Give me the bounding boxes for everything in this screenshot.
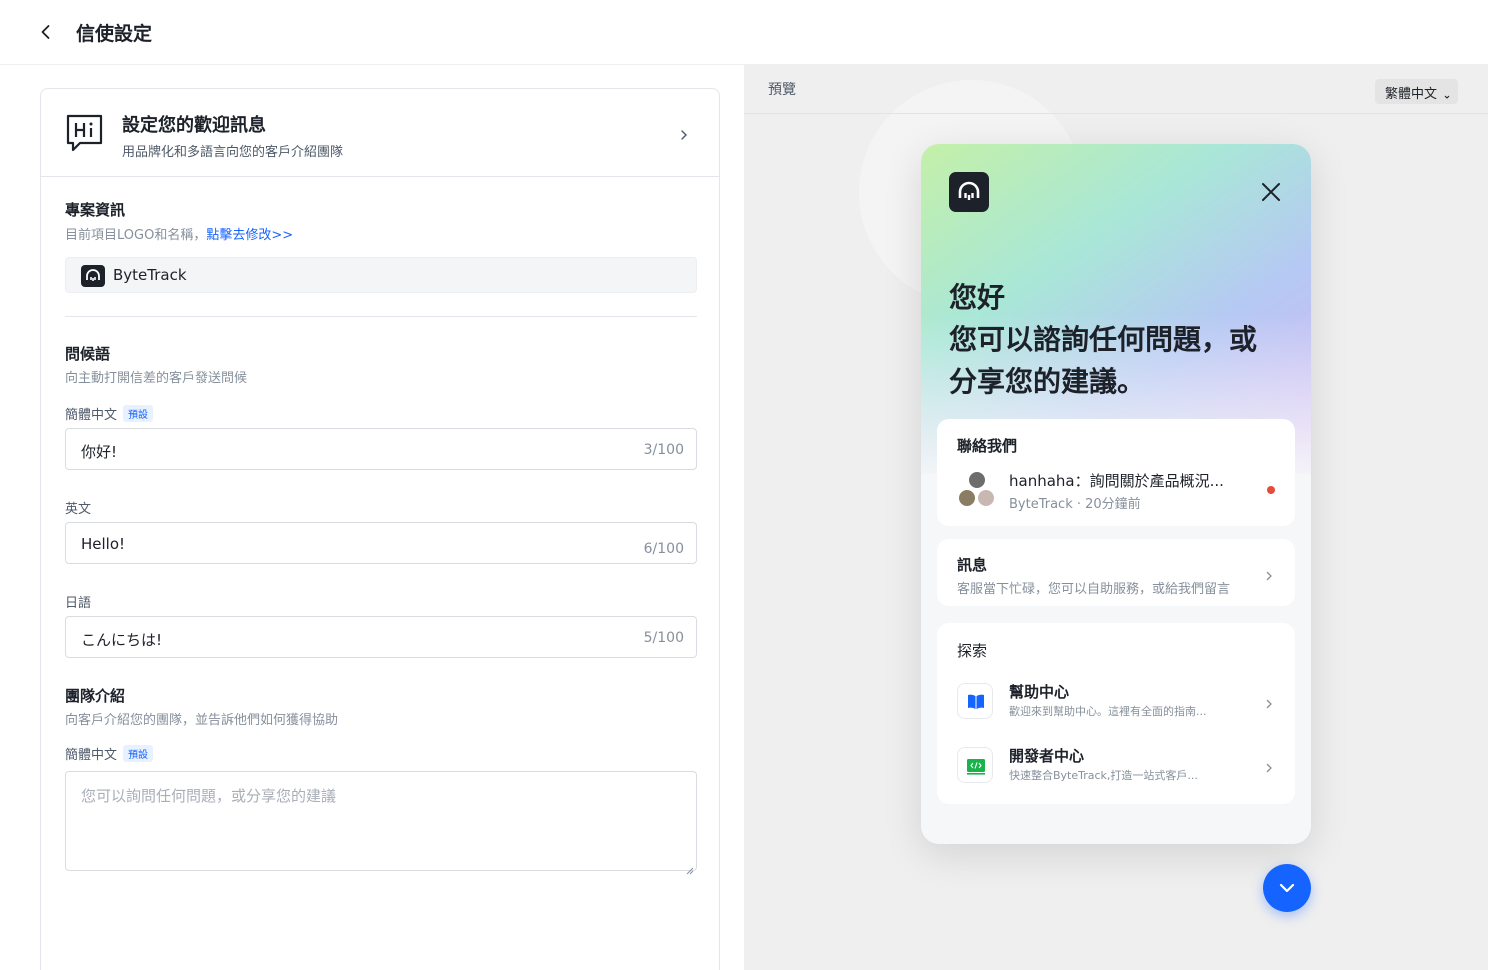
field-label-text: 簡體中文: [65, 748, 118, 763]
code-icon: [957, 747, 993, 783]
field-label-english: 英文: [65, 502, 92, 517]
greeting-input-english[interactable]: Hello! 6/100: [65, 522, 697, 564]
team-intro-subtitle: 向客戶介紹您的團隊，並告訴他們如何獲得協助: [65, 713, 339, 728]
help-center-subtitle: 歡迎來到幫助中心。這裡有全面的指南...: [1009, 705, 1207, 718]
developer-center-item[interactable]: 開發者中心 快速整合ByteTrack,打造一站式客戶...: [957, 745, 1277, 785]
hi-chat-icon: [66, 113, 104, 153]
avatar-group: [957, 470, 997, 510]
unread-indicator: [1267, 486, 1275, 494]
team-intro-textarea[interactable]: 您可以詢問任何問題，或分享您的建議: [65, 771, 697, 875]
contact-last-message: hanhaha：詢問關於產品概況...: [1009, 472, 1224, 490]
greeting-line: 分享您的建議。: [949, 365, 1146, 398]
avatar: [957, 488, 977, 508]
message-card[interactable]: 訊息 客服當下忙碌，您可以自助服務，或給我們留言: [937, 539, 1295, 606]
message-subtitle: 客服當下忙碌，您可以自助服務，或給我們留言: [957, 582, 1231, 597]
back-icon[interactable]: [34, 20, 58, 44]
bytetrack-logo-icon: [81, 265, 105, 287]
greeting-input-simplified-chinese[interactable]: 你好! 3/100: [65, 428, 697, 470]
field-label-simplified-chinese: 簡體中文 預設: [65, 404, 154, 423]
greeting-title: 問候語: [65, 345, 111, 363]
language-select[interactable]: 繁體中文: [1375, 79, 1458, 104]
field-label-japanese: 日語: [65, 596, 92, 611]
welcome-title: 設定您的歡迎訊息: [122, 115, 266, 136]
char-count: 3/100: [643, 442, 684, 458]
developer-center-title: 開發者中心: [1009, 747, 1085, 765]
explore-card: 探索 幫助中心 歡迎來到幫助中心。這裡有全面的指南... 開發者中心 快速整合B…: [937, 623, 1295, 804]
resize-handle-icon[interactable]: [686, 860, 694, 875]
top-bar: 信使設定: [0, 0, 1488, 65]
default-tag: 預設: [123, 745, 154, 762]
field-label-text: 簡體中文: [65, 408, 118, 423]
widget-greeting: 您好 您可以諮詢任何問題，或 分享您的建議。: [949, 277, 1299, 403]
project-info-title: 專案資訊: [65, 201, 126, 219]
divider: [65, 316, 697, 317]
input-value: こんにちは!: [81, 631, 163, 649]
input-value: Hello!: [81, 535, 126, 553]
page-title: 信使設定: [76, 23, 153, 45]
explore-title: 探索: [957, 642, 988, 660]
book-icon: [957, 683, 993, 719]
chevron-right-icon: [1263, 695, 1275, 709]
contact-title: 聯絡我們: [957, 437, 1018, 455]
field-label-team-simplified-chinese: 簡體中文 預設: [65, 744, 154, 763]
contact-us-card[interactable]: 聯絡我們 hanhaha：詢問關於產品概況... ByteTrack · 20分…: [937, 419, 1295, 526]
textarea-placeholder: 您可以詢問任何問題，或分享您的建議: [81, 787, 337, 805]
project-info-text: 目前項目LOGO和名稱，: [65, 228, 207, 243]
project-name: ByteTrack: [113, 266, 187, 284]
message-title: 訊息: [957, 556, 988, 574]
help-center-item[interactable]: 幫助中心 歡迎來到幫助中心。這裡有全面的指南...: [957, 681, 1277, 721]
close-icon[interactable]: [1259, 180, 1283, 204]
greeting-line: 您好: [949, 281, 1006, 314]
chevron-right-icon: [1263, 567, 1275, 581]
collapse-widget-button[interactable]: [1263, 864, 1311, 912]
project-display: ByteTrack: [65, 257, 697, 293]
avatar: [976, 488, 996, 508]
chevron-right-icon: [677, 127, 691, 141]
chevron-right-icon: [1263, 759, 1275, 773]
preview-panel: 預覽 繁體中文 您好 您可以諮詢任何問題，或 分享您的建議。 聯絡我們 hanh…: [744, 65, 1488, 970]
developer-center-subtitle: 快速整合ByteTrack,打造一站式客戶...: [1009, 769, 1198, 782]
preview-label: 預覽: [768, 82, 796, 98]
avatar: [967, 470, 987, 490]
chevron-down-icon: [1279, 883, 1295, 893]
edit-project-link[interactable]: 點擊去修改>>: [206, 228, 293, 243]
default-tag: 預設: [123, 405, 154, 422]
messenger-widget: 您好 您可以諮詢任何問題，或 分享您的建議。 聯絡我們 hanhaha：詢問關於…: [921, 144, 1311, 844]
settings-card: 設定您的歡迎訊息 用品牌化和多語言向您的客戶介紹團隊 專案資訊 目前項目LOGO…: [40, 88, 720, 970]
contact-meta: ByteTrack · 20分鐘前: [1009, 497, 1141, 512]
language-value: 繁體中文: [1385, 87, 1438, 102]
preview-header: 預覽 繁體中文: [744, 65, 1488, 114]
greeting-line: 您可以諮詢任何問題，或: [949, 323, 1258, 356]
welcome-subtitle: 用品牌化和多語言向您的客戶介紹團隊: [122, 145, 344, 160]
chevron-down-icon: [1443, 86, 1451, 99]
project-info-subtitle: 目前項目LOGO和名稱，點擊去修改>>: [65, 224, 293, 243]
welcome-message-row[interactable]: 設定您的歡迎訊息 用品牌化和多語言向您的客戶介紹團隊: [41, 89, 719, 177]
bytetrack-logo-icon: [949, 172, 989, 212]
input-value: 你好!: [81, 443, 118, 461]
greeting-input-japanese[interactable]: こんにちは! 5/100: [65, 616, 697, 658]
greeting-subtitle: 向主動打開信差的客戶發送問候: [65, 371, 248, 386]
char-count: 6/100: [643, 541, 684, 557]
help-center-title: 幫助中心: [1009, 683, 1070, 701]
team-intro-title: 團隊介紹: [65, 687, 126, 705]
char-count: 5/100: [643, 630, 684, 646]
